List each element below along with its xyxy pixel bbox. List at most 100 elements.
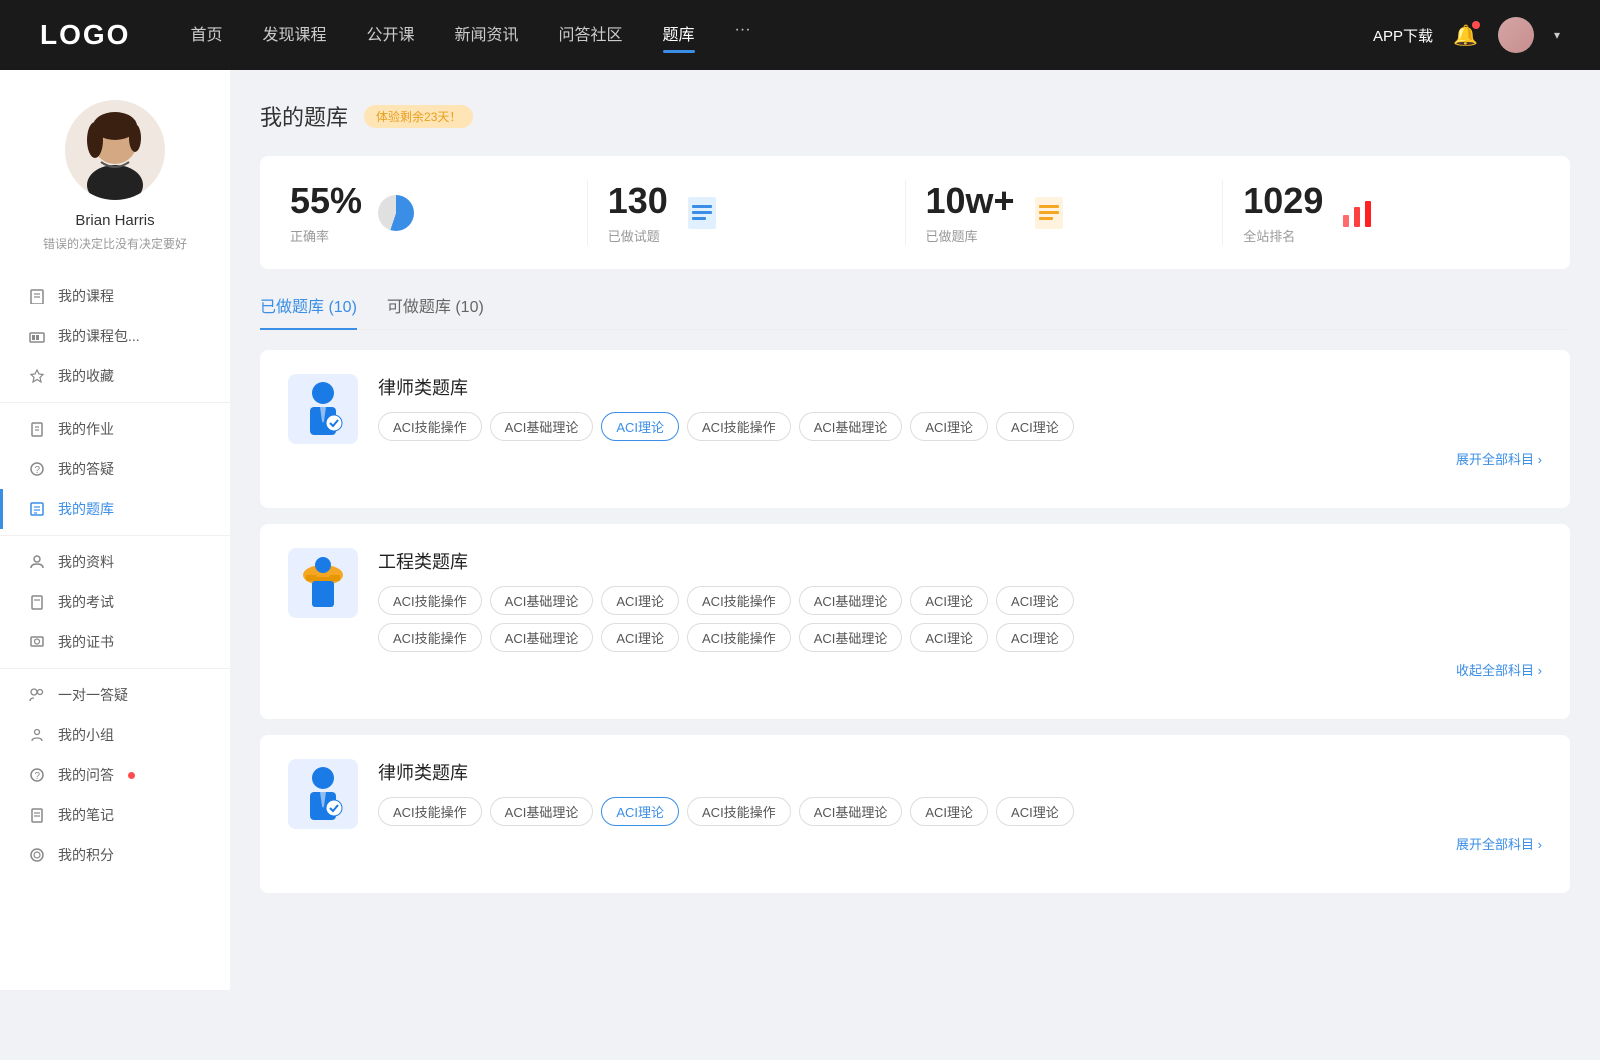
tag-1-0[interactable]: ACI技能操作 — [378, 412, 482, 441]
tag-2-3[interactable]: ACI技能操作 — [687, 586, 791, 615]
sidebar-item-label: 我的题库 — [58, 499, 114, 519]
tag-3-3[interactable]: ACI技能操作 — [687, 797, 791, 826]
my-courses-icon — [28, 287, 46, 305]
tag-2b-0[interactable]: ACI技能操作 — [378, 623, 482, 652]
qbank-title-3: 律师类题库 — [378, 759, 1542, 785]
tag-2-2[interactable]: ACI理论 — [601, 586, 679, 615]
tab-done-banks[interactable]: 已做题库 (10) — [260, 293, 357, 329]
tag-1-5[interactable]: ACI理论 — [910, 412, 988, 441]
sidebar-item-label: 我的小组 — [58, 725, 114, 745]
rank-label: 全站排名 — [1243, 226, 1323, 245]
sidebar-item-profile[interactable]: 我的资料 — [0, 542, 230, 582]
accuracy-icon — [376, 193, 416, 233]
done-questions-icon — [682, 193, 722, 233]
tab-available-banks[interactable]: 可做题库 (10) — [387, 293, 484, 329]
sidebar: Brian Harris 错误的决定比没有决定要好 我的课程 我的课程包... — [0, 70, 230, 990]
tag-2b-1[interactable]: ACI基础理论 — [490, 623, 594, 652]
tag-3-6[interactable]: ACI理论 — [996, 797, 1074, 826]
engineer-svg-icon — [298, 553, 348, 613]
user-dropdown-arrow[interactable]: ▾ — [1554, 28, 1560, 42]
main-content: 我的题库 体验剩余23天！ 55% 正确率 130 已做试题 — [230, 70, 1600, 990]
nav-qa[interactable]: 问答社区 — [559, 21, 623, 49]
rank-icon — [1337, 193, 1377, 233]
tag-2-5[interactable]: ACI理论 — [910, 586, 988, 615]
svg-text:?: ? — [35, 465, 41, 476]
certificate-icon — [28, 633, 46, 651]
tag-1-1[interactable]: ACI基础理论 — [490, 412, 594, 441]
sidebar-divider-3 — [0, 668, 230, 669]
expand-btn-1[interactable]: 展开全部科目 › — [378, 449, 1542, 468]
expand-btn-3[interactable]: 展开全部科目 › — [378, 834, 1542, 853]
qbank-header-3: 律师类题库 ACI技能操作 ACI基础理论 ACI理论 ACI技能操作 ACI基… — [288, 759, 1542, 853]
tag-3-5[interactable]: ACI理论 — [910, 797, 988, 826]
sidebar-item-my-courses[interactable]: 我的课程 — [0, 276, 230, 316]
tag-3-0[interactable]: ACI技能操作 — [378, 797, 482, 826]
notification-dot — [1472, 21, 1480, 29]
sidebar-item-notes[interactable]: 我的笔记 — [0, 795, 230, 835]
sidebar-motto: 错误的决定比没有决定要好 — [23, 235, 207, 252]
sidebar-item-label: 我的笔记 — [58, 805, 114, 825]
tag-2b-2[interactable]: ACI理论 — [601, 623, 679, 652]
sidebar-item-favorites[interactable]: 我的收藏 — [0, 356, 230, 396]
tag-2-6[interactable]: ACI理论 — [996, 586, 1074, 615]
group-icon — [28, 726, 46, 744]
page-wrapper: Brian Harris 错误的决定比没有决定要好 我的课程 我的课程包... — [0, 70, 1600, 990]
sidebar-item-points[interactable]: 我的积分 — [0, 835, 230, 875]
sidebar-item-1on1[interactable]: 一对一答疑 — [0, 675, 230, 715]
rank-value: 1029 — [1243, 180, 1323, 222]
page-title-row: 我的题库 体验剩余23天！ — [260, 100, 1570, 132]
pie-chart-icon — [378, 195, 414, 231]
tag-3-4[interactable]: ACI基础理论 — [799, 797, 903, 826]
tag-2-0[interactable]: ACI技能操作 — [378, 586, 482, 615]
sidebar-item-exam[interactable]: 我的考试 — [0, 582, 230, 622]
tag-2-4[interactable]: ACI基础理论 — [799, 586, 903, 615]
tabs-row: 已做题库 (10) 可做题库 (10) — [260, 293, 1570, 330]
stat-value-accuracy: 55% 正确率 — [290, 180, 362, 245]
sidebar-item-certificate[interactable]: 我的证书 — [0, 622, 230, 662]
user-avatar[interactable] — [1498, 17, 1534, 53]
stat-done-questions: 130 已做试题 — [588, 180, 906, 245]
tag-1-2[interactable]: ACI理论 — [601, 412, 679, 441]
sidebar-divider-1 — [0, 402, 230, 403]
qa-icon: ? — [28, 460, 46, 478]
tag-1-3[interactable]: ACI技能操作 — [687, 412, 791, 441]
stat-value-done-questions: 130 已做试题 — [608, 180, 668, 245]
nav-more[interactable]: ··· — [735, 21, 751, 49]
tag-2b-4[interactable]: ACI基础理论 — [799, 623, 903, 652]
sidebar-item-qa[interactable]: ? 我的答疑 — [0, 449, 230, 489]
app-download-button[interactable]: APP下载 — [1373, 25, 1433, 46]
nav-home[interactable]: 首页 — [190, 21, 222, 49]
nav-qbank[interactable]: 题库 — [663, 21, 695, 49]
tag-3-1[interactable]: ACI基础理论 — [490, 797, 594, 826]
done-banks-value: 10w+ — [926, 180, 1015, 222]
tag-3-2[interactable]: ACI理论 — [601, 797, 679, 826]
tag-2b-5[interactable]: ACI理论 — [910, 623, 988, 652]
doc-blue-icon — [684, 195, 720, 231]
nav-discover[interactable]: 发现课程 — [262, 21, 326, 49]
sidebar-item-my-qa[interactable]: ? 我的问答 — [0, 755, 230, 795]
qbank-icon-engineer — [288, 548, 358, 618]
page-title: 我的题库 — [260, 100, 348, 132]
collapse-btn-2[interactable]: 收起全部科目 › — [378, 660, 1542, 679]
sidebar-item-homework[interactable]: 我的作业 — [0, 409, 230, 449]
nav-open-course[interactable]: 公开课 — [366, 21, 414, 49]
sidebar-item-course-package[interactable]: 我的课程包... — [0, 316, 230, 356]
sidebar-divider-2 — [0, 535, 230, 536]
notification-bell[interactable]: 🔔 — [1453, 23, 1478, 48]
tag-2b-3[interactable]: ACI技能操作 — [687, 623, 791, 652]
tag-1-6[interactable]: ACI理论 — [996, 412, 1074, 441]
tag-2-1[interactable]: ACI基础理论 — [490, 586, 594, 615]
qbank-card-lawyer-2: 律师类题库 ACI技能操作 ACI基础理论 ACI理论 ACI技能操作 ACI基… — [260, 735, 1570, 893]
done-banks-label: 已做题库 — [926, 226, 1015, 245]
sidebar-item-label: 我的课程 — [58, 286, 114, 306]
tag-1-4[interactable]: ACI基础理论 — [799, 412, 903, 441]
sidebar-item-group[interactable]: 我的小组 — [0, 715, 230, 755]
qbank-title-2: 工程类题库 — [378, 548, 1542, 574]
tag-2b-6[interactable]: ACI理论 — [996, 623, 1074, 652]
stat-accuracy: 55% 正确率 — [290, 180, 588, 245]
qbank-header-1: 律师类题库 ACI技能操作 ACI基础理论 ACI理论 ACI技能操作 ACI基… — [288, 374, 1542, 468]
nav-news[interactable]: 新闻资讯 — [455, 21, 519, 49]
sidebar-item-label: 我的课程包... — [58, 326, 140, 346]
sidebar-username: Brian Harris — [75, 212, 154, 229]
sidebar-item-question-bank[interactable]: 我的题库 — [0, 489, 230, 529]
